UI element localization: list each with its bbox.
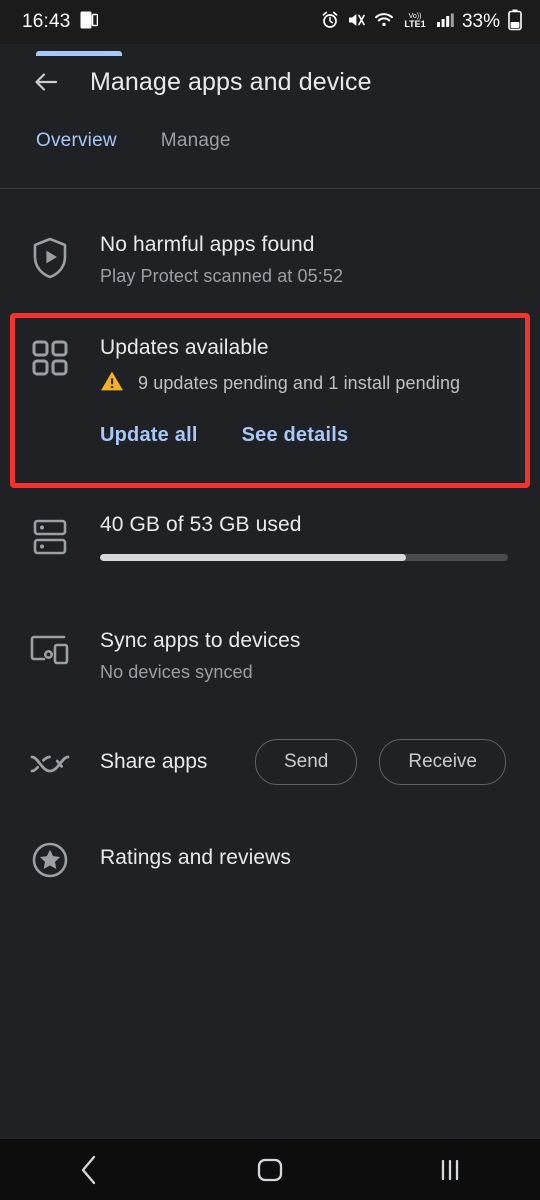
ratings-title: Ratings and reviews [100,846,291,869]
row-ratings-body: Ratings and reviews [100,846,540,870]
row-storage[interactable]: 40 GB of 53 GB used [0,513,540,561]
tab-overview[interactable]: Overview [36,126,117,152]
alarm-icon [321,11,339,34]
multi-window-icon [80,10,98,35]
play-protect-title: No harmful apps found [100,233,315,256]
nav-home-icon[interactable] [180,1155,360,1185]
battery-icon [508,9,522,36]
storage-progress-bar [100,554,508,561]
tab-bar: Overview Manage [0,126,540,188]
svg-text:LTE1: LTE1 [404,19,425,29]
sync-subtitle: No devices synced [100,662,253,682]
row-play-protect[interactable]: No harmful apps found Play Protect scann… [0,233,540,287]
storage-icon [0,513,100,561]
status-bar-clock: 16:43 [22,11,71,32]
highlight-rectangle [10,313,530,488]
share-apps-icon [0,747,100,777]
signal-icon [436,11,454,34]
row-sync-apps[interactable]: Sync apps to devices No devices synced [0,629,540,683]
play-protect-subtitle: Play Protect scanned at 05:52 [100,266,344,286]
storage-title: 40 GB of 53 GB used [100,513,302,536]
wifi-icon [374,11,394,34]
system-nav-bar [0,1138,540,1200]
tab-manage[interactable]: Manage [161,126,231,152]
row-ratings-reviews[interactable]: Ratings and reviews [0,837,540,879]
nav-recents-icon[interactable] [360,1155,540,1185]
row-storage-body: 40 GB of 53 GB used [100,513,540,561]
mute-icon [347,11,366,34]
devices-icon [0,629,100,683]
receive-button[interactable]: Receive [379,739,506,785]
status-bar: 16:43 Vo)) LTE1 33% [0,0,540,44]
row-sync-body: Sync apps to devices No devices synced [100,629,540,683]
status-bar-right: Vo)) LTE1 33% [321,9,522,36]
volte-icon: Vo)) LTE1 [402,10,428,35]
phone-screen: 16:43 Vo)) LTE1 33% Manage apps and devi… [0,0,540,1200]
tab-active-indicator [36,51,122,56]
share-title: Share apps [100,750,208,773]
row-share-apps: Share apps Send Receive [0,739,540,785]
nav-back-icon[interactable] [0,1153,180,1187]
row-play-protect-body: No harmful apps found Play Protect scann… [100,233,540,287]
storage-progress-fill [100,554,406,561]
page-title: Manage apps and device [90,67,372,96]
shield-play-icon [0,233,100,287]
row-share-body: Share apps Send Receive [100,739,540,785]
back-arrow-icon[interactable] [24,60,68,104]
status-bar-left: 16:43 [22,10,98,35]
share-buttons: Send Receive [254,739,516,785]
send-button[interactable]: Send [254,739,358,785]
battery-percent-label: 33% [461,11,500,32]
star-circle-icon [0,837,100,879]
sync-title: Sync apps to devices [100,629,301,652]
